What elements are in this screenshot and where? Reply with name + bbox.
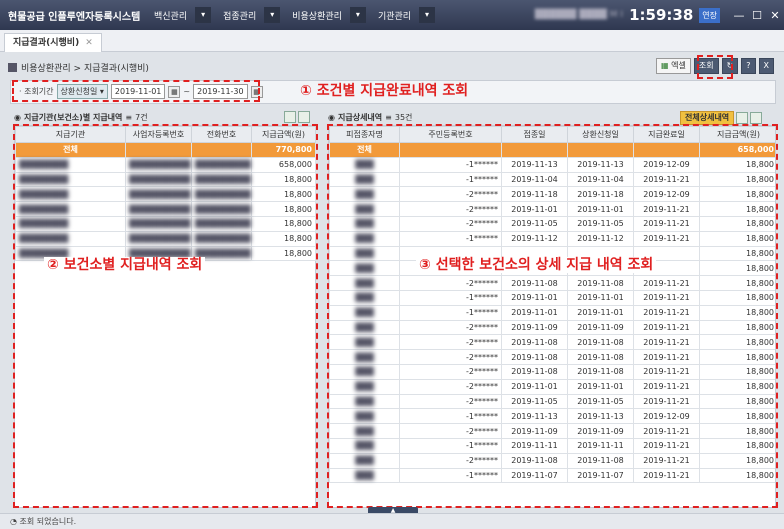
main-menu: 백신관리 ▾ 접종관리 ▾ 비용상환관리 ▾ 기관관리 ▾ — [148, 0, 441, 30]
filter-highlight — [12, 80, 260, 102]
annotation-2: ② 보건소별 지급내역 조회 — [44, 254, 206, 274]
annotation-2-text: ② 보건소별 지급내역 조회 — [44, 257, 206, 273]
help-button[interactable]: ? — [741, 58, 756, 74]
left-panel-highlight — [13, 124, 318, 508]
export-icon[interactable] — [284, 111, 296, 123]
status-icon: ◔ — [10, 517, 17, 526]
left-panel-header: ◉ 지급기관(보건소)별 지급내역 ≡ 7건 — [14, 112, 148, 123]
extend-session-button[interactable]: 연장 — [699, 7, 720, 23]
annotation-1: ① 조건별 지급완료내역 조회 — [300, 80, 468, 100]
menu-label: 비용상환관리 — [292, 11, 342, 22]
excel-button[interactable]: ▦ 엑셀 — [655, 58, 691, 74]
menu-vaccine[interactable]: 백신관리 ▾ — [148, 6, 217, 24]
menu-institution[interactable]: 기관관리 ▾ — [372, 6, 441, 24]
right-panel-count: 35건 — [394, 113, 413, 122]
chevron-down-icon[interactable]: ▾ — [419, 7, 436, 23]
left-panel-title: 지급기관(보건소)별 지급내역 — [23, 113, 123, 122]
chevron-down-icon[interactable]: ▾ — [264, 7, 281, 23]
menu-label: 백신관리 — [154, 11, 188, 22]
excel-icon[interactable] — [750, 112, 763, 124]
excel-icon[interactable] — [298, 111, 310, 123]
annotation-3-text: ③ 선택한 보건소의 상세 지급 내역 조회 — [416, 257, 657, 273]
excel-icon: ▦ — [660, 61, 669, 70]
right-panel-title: 지급상세내역 — [337, 113, 383, 122]
menu-label: 기관관리 — [377, 11, 412, 22]
right-panel-highlight — [327, 124, 778, 508]
annotation-1-text: ① 조건별 지급완료내역 조회 — [300, 83, 469, 99]
title-bar: 현물공급 인플루엔자등록시스템 백신관리 ▾ 접종관리 ▾ 비용상환관리 ▾ 기관관리… — [0, 0, 784, 30]
breadcrumb: 비용상환관리 > 지급결과(시행비) — [21, 63, 149, 74]
excel-label: 엑셀 — [671, 61, 686, 70]
minimize-icon[interactable]: — — [730, 9, 748, 22]
export-icon[interactable] — [736, 112, 749, 124]
left-panel-count: 7건 — [135, 113, 148, 122]
search-button-highlight — [697, 55, 733, 79]
menu-vaccination[interactable]: 접종관리 ▾ — [217, 6, 286, 24]
right-panel-tools: 전체상세내역 — [680, 111, 763, 125]
status-text: 조회 되었습니다. — [19, 517, 77, 526]
tab-bar: 지급결과(시행비) ✕ — [0, 30, 784, 52]
close-button[interactable]: X — [758, 58, 774, 74]
tab-payment-result[interactable]: 지급결과(시행비) ✕ — [4, 33, 102, 52]
list-icon: ≡ — [125, 113, 133, 122]
panel-bullet-icon: ◉ — [14, 113, 21, 122]
menu-reimbursement[interactable]: 비용상환관리 ▾ — [286, 6, 372, 24]
user-info: ██████ ████ M I — [534, 10, 624, 20]
panel-bullet-icon: ◉ — [328, 113, 335, 122]
chevron-down-icon[interactable]: ▾ — [349, 7, 366, 23]
close-tab-icon[interactable]: ✕ — [85, 34, 93, 52]
menu-label: 접종관리 — [223, 11, 257, 22]
annotation-3: ③ 선택한 보건소의 상세 지급 내역 조회 — [416, 254, 657, 274]
tab-label: 지급결과(시행비) — [13, 38, 80, 48]
close-window-icon[interactable]: ✕ — [766, 9, 784, 22]
page-icon — [8, 62, 17, 72]
right-panel-header: ◉ 지급상세내역 ≡ 35건 — [328, 112, 412, 123]
maximize-icon[interactable]: ☐ — [748, 9, 766, 22]
app-title: 현물공급 인플루엔자등록시스템 — [8, 11, 141, 23]
chevron-down-icon[interactable]: ▾ — [195, 7, 212, 23]
status-bar: ◔ 조회 되었습니다. — [0, 513, 784, 529]
list-icon: ≡ — [385, 113, 392, 122]
all-details-button[interactable]: 전체상세내역 — [680, 111, 735, 125]
session-timer: 1:59:38 — [629, 6, 694, 24]
left-panel-icons — [284, 111, 310, 123]
